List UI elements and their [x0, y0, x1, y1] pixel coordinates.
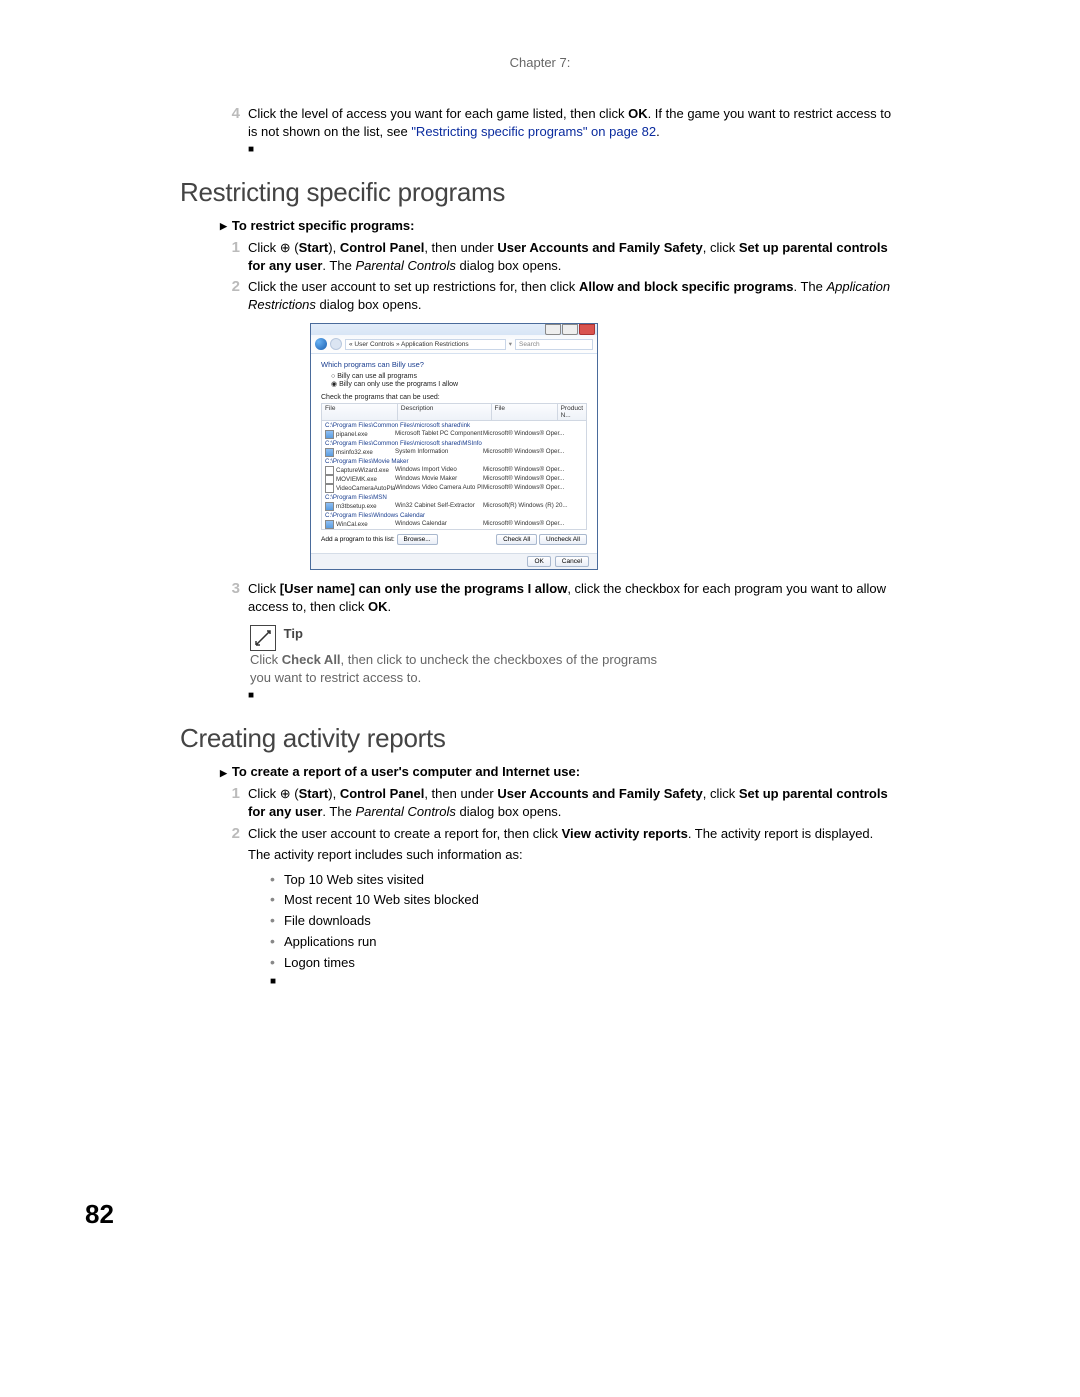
task-heading: To create a report of a user's computer …	[220, 764, 900, 779]
col-description[interactable]: Description	[398, 404, 492, 420]
add-program-label: Add a program to this list:	[321, 536, 395, 543]
cancel-button[interactable]: Cancel	[555, 556, 589, 567]
app-restrictions-dialog: « User Controls » Application Restrictio…	[310, 323, 598, 570]
step-row: 1 Click ⊕ (Start), Control Panel, then u…	[220, 785, 900, 820]
report-items-list: Top 10 Web sites visitedMost recent 10 W…	[270, 870, 900, 974]
program-row[interactable]: WinCal.exeWindows CalendarMicrosoft® Win…	[322, 520, 586, 529]
checkbox[interactable]	[325, 448, 334, 457]
program-group: C:\Program Files\MSN	[322, 493, 586, 502]
end-mark: ■	[248, 144, 900, 155]
radio-all-programs[interactable]: ○ Billy can use all programs	[331, 373, 587, 380]
col-file[interactable]: File	[322, 404, 398, 420]
window-titlebar	[311, 324, 597, 335]
check-programs-label: Check the programs that can be used:	[321, 394, 587, 401]
program-row[interactable]: MOVIEMK.exeWindows Movie MakerMicrosoft®…	[322, 475, 586, 484]
program-row[interactable]: CaptureWizard.exeWindows Import VideoMic…	[322, 466, 586, 475]
program-group: C:\Program Files\Movie Maker	[322, 457, 586, 466]
list-item: Applications run	[270, 932, 900, 953]
list-item: Most recent 10 Web sites blocked	[270, 890, 900, 911]
step-number: 1	[220, 239, 240, 274]
check-all-button[interactable]: Check All	[496, 534, 537, 545]
step-body: Click [User name] can only use the progr…	[248, 580, 900, 615]
step-body: Click ⊕ (Start), Control Panel, then und…	[248, 239, 900, 274]
close-button[interactable]	[579, 324, 595, 335]
chapter-label: Chapter 7:	[180, 55, 900, 70]
nav-row: « User Controls » Application Restrictio…	[311, 335, 597, 354]
program-row[interactable]: msinfo32.exeSystem InformationMicrosoft®…	[322, 448, 586, 457]
checkbox[interactable]	[325, 502, 334, 511]
heading-restricting: Restricting specific programs	[180, 177, 900, 208]
tip-title: Tip	[284, 626, 303, 641]
list-item: File downloads	[270, 911, 900, 932]
step-body: Click the level of access you want for e…	[248, 105, 900, 140]
program-row[interactable]: pipanel.exeMicrosoft Tablet PC Component…	[322, 430, 586, 439]
step-number: 2	[220, 278, 240, 313]
xref-link[interactable]: "Restricting specific programs" on page …	[411, 124, 656, 139]
step-number: 1	[220, 785, 240, 820]
page-number: 82	[85, 1199, 114, 1230]
col-product[interactable]: Product N...	[558, 404, 586, 420]
col-file2[interactable]: File	[492, 404, 558, 420]
step-row: 2 Click the user account to set up restr…	[220, 278, 900, 313]
program-row[interactable]: m3tbsetup.exeWin32 Cabinet Self-Extracto…	[322, 502, 586, 511]
info-line: The activity report includes such inform…	[220, 846, 900, 864]
step-number: 2	[220, 825, 240, 843]
back-button[interactable]	[315, 338, 327, 350]
minimize-button[interactable]	[545, 324, 561, 335]
list-item: Top 10 Web sites visited	[270, 870, 900, 891]
browse-button[interactable]: Browse...	[397, 534, 438, 545]
list-item: Logon times	[270, 953, 900, 974]
step-row: 3 Click [User name] can only use the pro…	[220, 580, 900, 615]
checkbox[interactable]	[325, 520, 334, 529]
program-group: C:\Program Files\Windows Calendar	[322, 511, 586, 520]
program-group: C:\Program Files\Common Files\microsoft …	[322, 439, 586, 448]
maximize-button[interactable]	[562, 324, 578, 335]
step-row: 1 Click ⊕ (Start), Control Panel, then u…	[220, 239, 900, 274]
step-body: Click ⊕ (Start), Control Panel, then und…	[248, 785, 900, 820]
tip-icon	[250, 625, 276, 651]
end-mark: ■	[248, 690, 900, 701]
program-group: C:\Program Files\Common Files\microsoft …	[322, 421, 586, 430]
step-body: Click the user account to set up restric…	[248, 278, 900, 313]
checkbox[interactable]	[325, 484, 334, 493]
task-heading: To restrict specific programs:	[220, 218, 900, 233]
heading-activity-reports: Creating activity reports	[180, 723, 900, 754]
checkbox[interactable]	[325, 466, 334, 475]
checkbox[interactable]	[325, 430, 334, 439]
end-mark: ■	[270, 976, 900, 987]
step-row: 4 Click the level of access you want for…	[220, 105, 900, 140]
forward-button[interactable]	[330, 338, 342, 350]
breadcrumb[interactable]: « User Controls » Application Restrictio…	[345, 339, 506, 350]
dialog-heading: Which programs can Billy use?	[321, 360, 587, 369]
radio-allowed-only[interactable]: ◉ Billy can only use the programs I allo…	[331, 380, 587, 388]
ok-button[interactable]: OK	[527, 556, 550, 567]
programs-table: File Description File Product N... C:\Pr…	[321, 403, 587, 530]
program-row[interactable]: VideoCameraAutoPlay...Windows Video Came…	[322, 484, 586, 493]
step-row: 2 Click the user account to create a rep…	[220, 825, 900, 843]
tip-box: Tip Click Check All, then click to unche…	[250, 625, 666, 686]
step-body: Click the user account to create a repor…	[248, 825, 900, 843]
checkbox[interactable]	[325, 475, 334, 484]
uncheck-all-button[interactable]: Uncheck All	[539, 534, 587, 545]
step-number: 4	[220, 105, 240, 140]
step-number: 3	[220, 580, 240, 615]
search-input[interactable]: Search	[515, 339, 593, 350]
